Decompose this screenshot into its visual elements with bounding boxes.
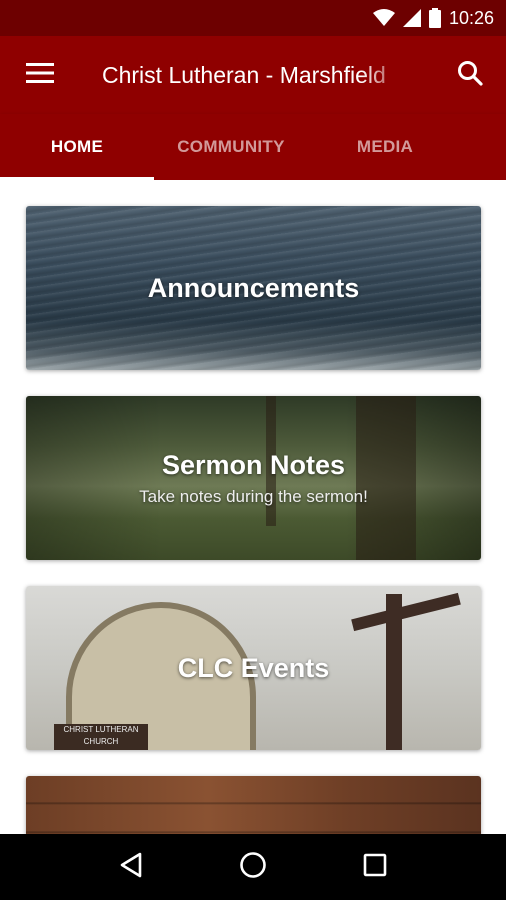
church-sign: CHRIST LUTHERAN CHURCH: [54, 724, 148, 750]
sermon-notes-card[interactable]: Sermon Notes Take notes during the sermo…: [26, 396, 481, 560]
home-circle-icon: [239, 851, 267, 884]
tab-home[interactable]: HOME: [0, 114, 154, 180]
recents-square-icon: [363, 853, 387, 882]
announcements-card[interactable]: Announcements: [26, 206, 481, 370]
app-title: Christ Lutheran - Marshfield: [102, 61, 386, 88]
wood-image: [26, 776, 481, 834]
content-area: Announcements Sermon Notes Take notes du…: [0, 180, 506, 834]
wifi-icon: [372, 9, 395, 27]
menu-button[interactable]: [0, 36, 80, 114]
status-bar: 10:26: [0, 0, 506, 36]
card-title: Announcements: [147, 272, 360, 303]
clc-events-card[interactable]: CHRIST LUTHERAN CHURCH CLC Events: [26, 586, 481, 750]
card-title: Sermon Notes: [161, 449, 346, 480]
status-time: 10:26: [448, 7, 494, 28]
tab-bar: HOME COMMUNITY MEDIA: [0, 114, 506, 180]
hamburger-menu-icon: [26, 62, 54, 88]
cell-signal-icon: [402, 9, 421, 27]
home-button[interactable]: [223, 837, 283, 897]
search-icon: [457, 60, 483, 91]
back-button[interactable]: [101, 837, 161, 897]
system-nav-bar: [0, 834, 506, 900]
tab-media[interactable]: MEDIA: [308, 114, 462, 180]
tab-community[interactable]: COMMUNITY: [154, 114, 308, 180]
battery-icon: [428, 8, 441, 28]
wood-card[interactable]: [26, 776, 481, 834]
recents-button[interactable]: [345, 837, 405, 897]
search-button[interactable]: [448, 53, 492, 97]
tree-trunk: [356, 396, 416, 560]
card-subtitle: Take notes during the sermon!: [139, 486, 368, 506]
back-triangle-icon: [119, 852, 143, 883]
card-title: CLC Events: [177, 652, 330, 683]
app-bar: Christ Lutheran - Marshfield: [0, 36, 506, 114]
